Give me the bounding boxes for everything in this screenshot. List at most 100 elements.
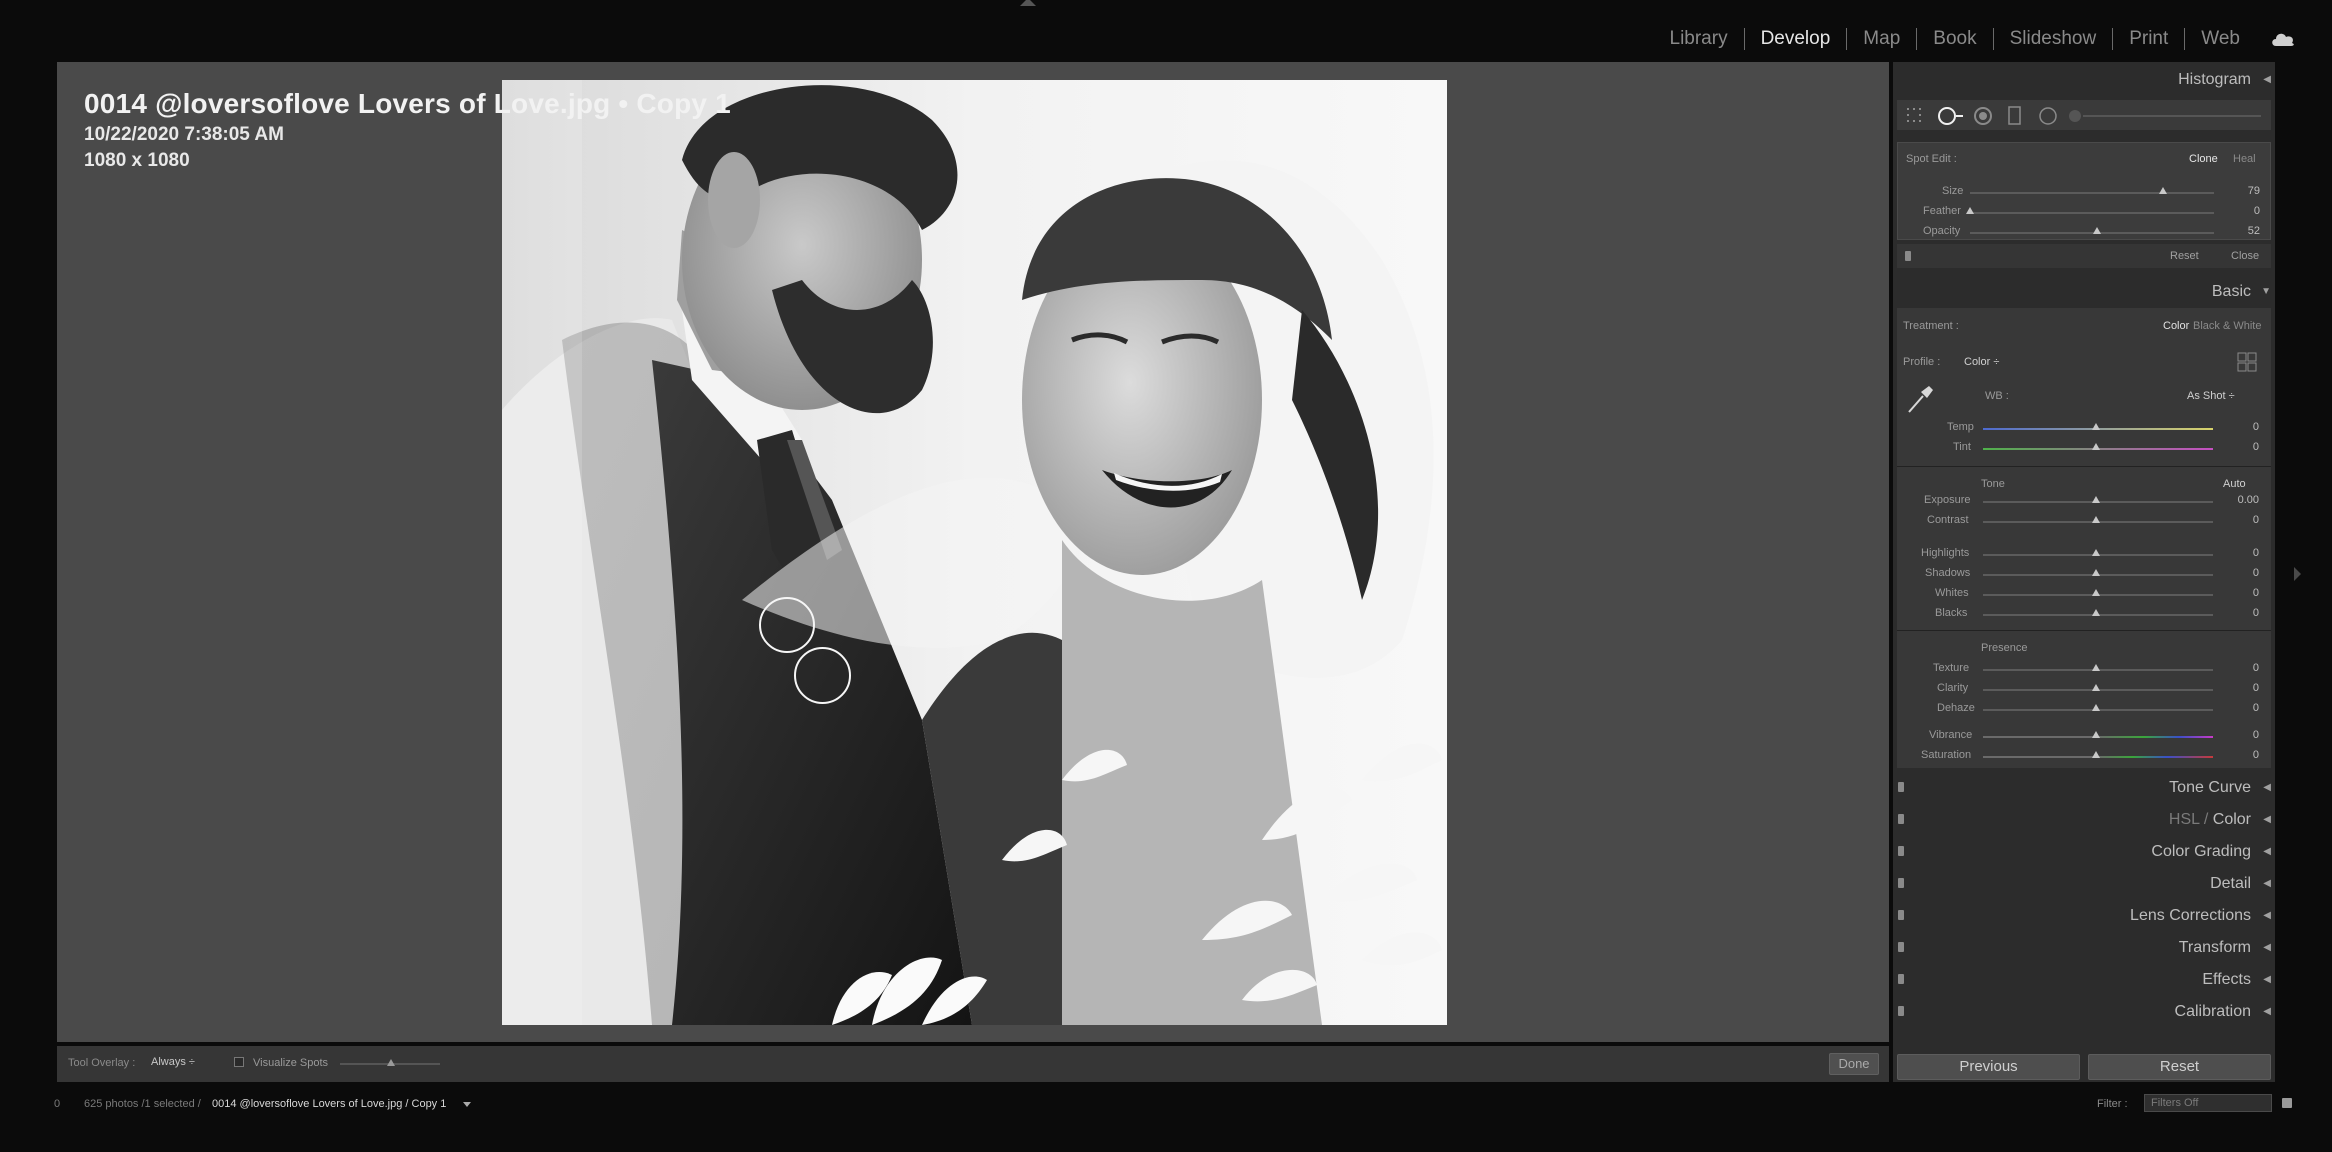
expand-triangle-icon: ▼	[2261, 286, 2271, 297]
reset-button[interactable]: Reset	[2088, 1054, 2271, 1080]
texture-slider-thumb[interactable]	[2092, 664, 2100, 671]
white-balance-eyedropper-icon[interactable]	[1905, 382, 1935, 416]
right-panel-toggle-arrow[interactable]	[2294, 567, 2301, 581]
profile-browser-grid-icon[interactable]	[2237, 352, 2257, 372]
vibrance-value[interactable]: 0	[2229, 729, 2259, 741]
saturation-slider-thumb[interactable]	[2092, 751, 2100, 758]
cloud-icon[interactable]	[2270, 29, 2296, 49]
blacks-value[interactable]: 0	[2229, 607, 2259, 619]
treatment-bw-button[interactable]: Black & White	[2193, 320, 2261, 332]
exposure-slider-thumb[interactable]	[2092, 496, 2100, 503]
profile-select[interactable]: Color ÷	[1964, 356, 1999, 368]
temp-value[interactable]: 0	[2229, 421, 2259, 433]
filter-select[interactable]: Filters Off	[2144, 1094, 2272, 1112]
spot-edit-source-circle[interactable]	[759, 597, 815, 653]
graduated-filter-icon[interactable]	[2007, 106, 2023, 126]
vibrance-slider-thumb[interactable]	[2092, 731, 2100, 738]
spot-close-button[interactable]: Close	[2231, 250, 2259, 262]
tint-value[interactable]: 0	[2229, 441, 2259, 453]
radial-filter-icon[interactable]	[2037, 106, 2059, 126]
visualize-spots-checkbox[interactable]	[234, 1057, 244, 1067]
tone-curve-panel-header[interactable]: Tone Curve ◀	[1893, 774, 2275, 800]
size-slider-track[interactable]	[1970, 192, 2214, 194]
shadows-value[interactable]: 0	[2229, 567, 2259, 579]
module-slideshow[interactable]: Slideshow	[1994, 26, 2113, 52]
texture-value[interactable]: 0	[2229, 662, 2259, 674]
panel-toggle-switch[interactable]	[1898, 878, 1904, 888]
feather-slider-thumb[interactable]	[1966, 207, 1974, 214]
contrast-value[interactable]: 0	[2229, 514, 2259, 526]
opacity-value[interactable]: 52	[2230, 225, 2260, 237]
saturation-value[interactable]: 0	[2229, 749, 2259, 761]
spot-heal-button[interactable]: Heal	[2233, 153, 2256, 165]
current-file-path[interactable]: 0014 @loversoflove Lovers of Love.jpg / …	[212, 1098, 446, 1110]
secondary-display-number[interactable]: 0	[54, 1098, 60, 1110]
photo-preview[interactable]	[502, 80, 1447, 1025]
panel-toggle-switch[interactable]	[1898, 814, 1904, 824]
crop-grid-icon[interactable]	[1905, 106, 1927, 124]
hsl-color-panel-header[interactable]: HSL / Color ◀	[1893, 806, 2275, 832]
highlights-value[interactable]: 0	[2229, 547, 2259, 559]
tint-slider-thumb[interactable]	[2092, 443, 2100, 450]
spot-edit-toggle[interactable]	[1905, 251, 1911, 261]
calibration-panel-header[interactable]: Calibration ◀	[1893, 998, 2275, 1024]
panel-toggle-switch[interactable]	[1898, 910, 1904, 920]
red-eye-icon[interactable]	[1972, 106, 1994, 126]
done-button[interactable]: Done	[1829, 1053, 1879, 1075]
exposure-value[interactable]: 0.00	[2229, 494, 2259, 506]
highlights-slider-thumb[interactable]	[2092, 549, 2100, 556]
effects-panel-header[interactable]: Effects ◀	[1893, 966, 2275, 992]
lens-corrections-panel-header[interactable]: Lens Corrections ◀	[1893, 902, 2275, 928]
top-panel-toggle-arrow[interactable]	[1020, 0, 1036, 6]
size-slider-thumb[interactable]	[2158, 187, 2167, 194]
panel-toggle-switch[interactable]	[1898, 846, 1904, 856]
feather-slider-track[interactable]	[1970, 212, 2214, 214]
spot-edit-target-circle[interactable]	[794, 647, 851, 704]
panel-toggle-switch[interactable]	[1898, 974, 1904, 984]
visualize-spots-slider-thumb[interactable]	[387, 1059, 395, 1066]
spot-clone-button[interactable]: Clone	[2189, 153, 2218, 165]
detail-panel-header[interactable]: Detail ◀	[1893, 870, 2275, 896]
basic-panel-header[interactable]: Basic ▼	[1893, 278, 2275, 304]
temp-slider-thumb[interactable]	[2092, 423, 2100, 430]
adjustment-brush-slider[interactable]	[2065, 106, 2263, 126]
whites-value[interactable]: 0	[2229, 587, 2259, 599]
wb-select[interactable]: As Shot ÷	[2187, 390, 2235, 402]
spot-reset-button[interactable]: Reset	[2170, 250, 2199, 262]
shadows-slider-thumb[interactable]	[2092, 569, 2100, 576]
dehaze-slider-thumb[interactable]	[2092, 704, 2100, 711]
panel-toggle-switch[interactable]	[1898, 1006, 1904, 1016]
chevron-down-icon[interactable]	[463, 1102, 471, 1107]
spot-removal-icon[interactable]	[1937, 106, 1965, 126]
module-print[interactable]: Print	[2113, 26, 2184, 52]
contrast-slider-thumb[interactable]	[2092, 516, 2100, 523]
size-value[interactable]: 79	[2230, 185, 2260, 197]
section-divider	[1897, 466, 2271, 467]
color-tab[interactable]: Color	[2213, 811, 2251, 828]
blacks-slider-thumb[interactable]	[2092, 609, 2100, 616]
filter-lock-icon[interactable]	[2282, 1098, 2292, 1108]
treatment-color-button[interactable]: Color	[2163, 320, 2189, 332]
hsl-tab[interactable]: HSL /	[2169, 811, 2213, 828]
tool-overlay-select[interactable]: Always ÷	[151, 1056, 195, 1068]
dehaze-value[interactable]: 0	[2229, 702, 2259, 714]
module-library[interactable]: Library	[1654, 26, 1744, 52]
transform-panel-header[interactable]: Transform ◀	[1893, 934, 2275, 960]
whites-slider-thumb[interactable]	[2092, 589, 2100, 596]
color-grading-panel-header[interactable]: Color Grading ◀	[1893, 838, 2275, 864]
module-develop[interactable]: Develop	[1745, 26, 1847, 52]
clarity-label: Clarity	[1937, 682, 1969, 694]
module-map[interactable]: Map	[1847, 26, 1916, 52]
histogram-panel-header[interactable]: Histogram ◀	[1893, 66, 2275, 92]
module-book[interactable]: Book	[1917, 26, 1992, 52]
previous-button[interactable]: Previous	[1897, 1054, 2080, 1080]
module-web[interactable]: Web	[2185, 26, 2256, 52]
panel-toggle-switch[interactable]	[1898, 942, 1904, 952]
opacity-slider-thumb[interactable]	[2092, 227, 2101, 234]
tone-auto-button[interactable]: Auto	[2223, 478, 2246, 490]
clarity-slider-thumb[interactable]	[2092, 684, 2100, 691]
clarity-value[interactable]: 0	[2229, 682, 2259, 694]
feather-label: Feather	[1923, 205, 1961, 217]
panel-toggle-switch[interactable]	[1898, 782, 1904, 792]
feather-value[interactable]: 0	[2230, 205, 2260, 217]
